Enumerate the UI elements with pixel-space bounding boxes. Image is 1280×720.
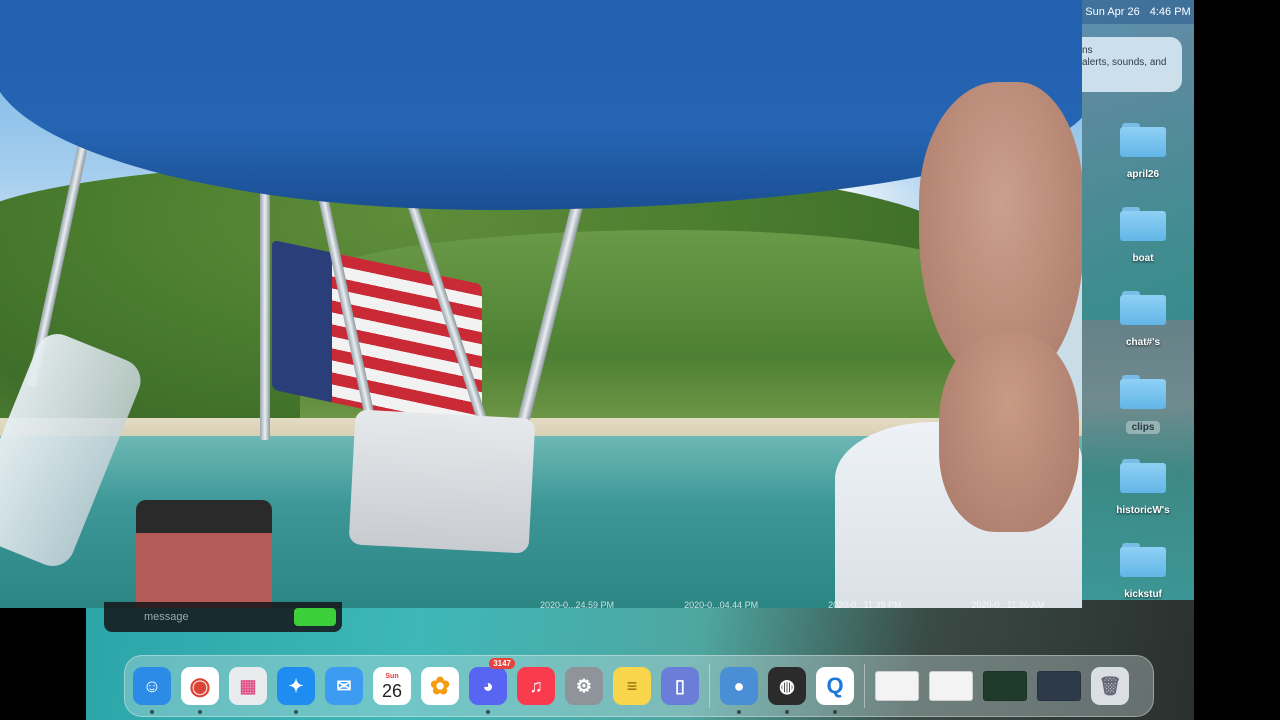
dock-app-music[interactable]: ♫ (517, 667, 555, 705)
folder-label: boat (1132, 253, 1154, 264)
dock-separator (864, 664, 865, 708)
dock-app-camera-hub[interactable]: ● (720, 667, 758, 714)
folder-label: chat#'s (1125, 337, 1161, 348)
folder-icon (1120, 291, 1166, 325)
folder-icon (1120, 375, 1166, 409)
obs-icon: ◍ (779, 675, 795, 696)
finder-icon: ☺ (142, 675, 162, 696)
discord-badge: 3147 (489, 658, 515, 669)
dock-app-notes[interactable]: ≡ (613, 667, 651, 705)
dock-app-system-preferences[interactable]: ⚙ (565, 667, 603, 705)
folder-label: clips (1125, 421, 1161, 434)
menu-bar: Sun Apr 26 4:46 PM (1082, 0, 1194, 24)
mail-icon: ✉ (336, 675, 352, 696)
dock-app-simulator[interactable]: ▯ (661, 667, 699, 705)
dock: ☺ ◉ ▦ ✦ ✉ Sun 26 ✿ ◕ 3147 ♫ ⚙ ≡ ▯ ● ◍ Q … (124, 655, 1154, 717)
dock-app-discord[interactable]: ◕ 3147 (469, 658, 515, 714)
folder-icon (1120, 207, 1166, 241)
discord-icon: ◕ (482, 675, 494, 696)
dock-minimized-window[interactable] (983, 671, 1027, 701)
dock-minimized-window[interactable] (1037, 671, 1081, 701)
dock-trash[interactable]: 🗑 (1091, 667, 1129, 705)
dock-minimized-window[interactable] (929, 671, 973, 701)
dock-app-photos[interactable]: ✿ (421, 667, 459, 705)
folder-label: april26 (1126, 169, 1160, 180)
simulator-icon: ▯ (675, 675, 685, 696)
dock-app-mail[interactable]: ✉ (325, 667, 363, 705)
dock-app-quicktime[interactable]: Q (816, 667, 854, 714)
folder-label: historicW's (1116, 505, 1170, 516)
desktop-folder-chat[interactable]: chat#'s (1104, 285, 1182, 365)
video-person (835, 82, 1082, 608)
menubar-clock[interactable]: 4:46 PM (1150, 6, 1191, 18)
timestamp: 2020-0...11.39 PM (828, 600, 902, 610)
desktop-folder-clips[interactable]: clips (1104, 369, 1182, 449)
timestamp: 2020-0...04.44 PM (684, 600, 759, 610)
camera-hub-icon: ● (733, 675, 745, 696)
calendar-day: 26 (381, 680, 403, 701)
dock-app-calendar[interactable]: Sun 26 (373, 667, 411, 705)
notification-line-1: ns (1082, 45, 1093, 56)
desktop-folder-boat[interactable]: boat (1104, 201, 1182, 281)
folder-icon (1120, 123, 1166, 157)
timestamp: 2020-0...24.59 PM (540, 600, 615, 610)
notes-icon: ≡ (626, 675, 638, 696)
dock-app-chrome[interactable]: ◉ (181, 667, 219, 714)
message-bar[interactable]: message (104, 602, 342, 632)
dock-separator (709, 664, 710, 708)
gear-icon: ⚙ (575, 675, 593, 696)
launchpad-icon: ▦ (239, 675, 257, 696)
video-person-hand (939, 332, 1079, 532)
folder-label: kickstuf (1124, 589, 1162, 600)
dock-app-obs[interactable]: ◍ (768, 667, 806, 714)
timestamp: 2020-0...11.36 AM (971, 600, 1045, 610)
screen: Sun Apr 26 4:46 PM ns alerts, sounds, an… (0, 0, 1280, 720)
file-timestamps: 2020-0...24.59 PM 2020-0...04.44 PM 2020… (540, 600, 1044, 612)
dock-app-launchpad[interactable]: ▦ (229, 667, 267, 705)
camera-video-window[interactable] (0, 0, 1082, 608)
notification-line-2: alerts, sounds, and (1082, 57, 1167, 68)
music-icon: ♫ (529, 675, 543, 696)
folder-icon (1120, 459, 1166, 493)
desktop-folder-april26[interactable]: april26 (1104, 117, 1182, 197)
safari-icon: ✦ (288, 675, 304, 696)
message-placeholder: message (144, 611, 189, 623)
folder-icon (1120, 543, 1166, 577)
video-instrument-pod (348, 409, 536, 554)
notification-banner[interactable]: ns alerts, sounds, and (1082, 37, 1182, 92)
trash-icon: 🗑 (1098, 675, 1122, 696)
dock-minimized-window[interactable] (875, 671, 919, 701)
desktop-folder-kickstuf[interactable]: kickstuf (1104, 537, 1182, 617)
chrome-icon: ◉ (189, 672, 211, 700)
dock-app-safari[interactable]: ✦ (277, 667, 315, 714)
quicktime-icon: Q (826, 673, 844, 698)
video-winch (136, 500, 272, 608)
photos-icon: ✿ (429, 672, 451, 700)
dock-app-finder[interactable]: ☺ (133, 667, 171, 714)
calendar-weekday: Sun (385, 672, 399, 680)
desktop-folder-historicws[interactable]: historicW's (1104, 453, 1182, 533)
menubar-date[interactable]: Sun Apr 26 (1085, 6, 1139, 18)
message-send-button[interactable] (294, 608, 336, 626)
